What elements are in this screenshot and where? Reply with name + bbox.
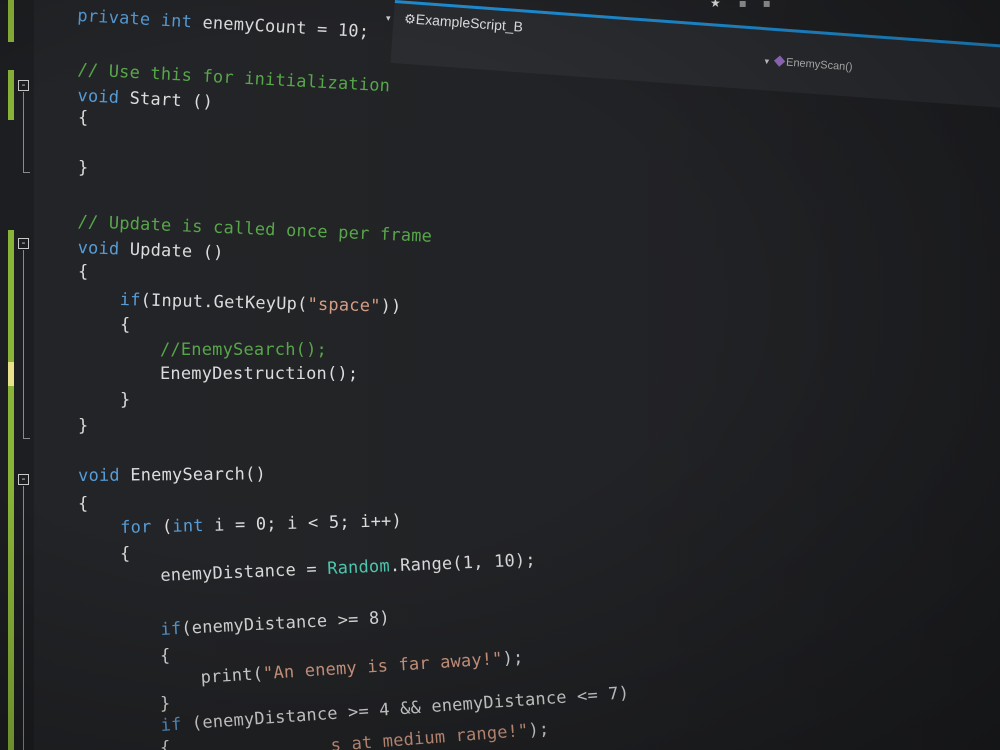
code-line[interactable]: { [120,544,130,564]
code-token: enemyDistance = [160,559,328,586]
file-combo-dropdown-icon[interactable]: ▾ [386,14,391,24]
brace-token: } [78,158,89,178]
brace-token: { [78,494,89,514]
brace-token: } [120,390,131,410]
string-token: s at medium range!" [330,720,530,750]
keyword-token: if [160,618,182,640]
code-line[interactable]: } [120,390,130,410]
change-indicator [8,0,14,42]
code-token: EnemySearch() [119,464,267,486]
screen-vignette [0,0,1000,750]
code-line[interactable]: if (enemyDistance >= 4 && enemyDistance … [160,683,630,736]
editor-gutter [0,0,34,750]
code-line[interactable]: } [78,416,88,436]
close-icon[interactable]: ▪ [763,0,771,10]
code-token: enemyCount = 10; [191,12,370,43]
collapse-icon[interactable]: - [18,473,29,485]
code-line[interactable]: void Update () [77,238,224,263]
fold-guide-end [23,438,30,439]
code-token: i = 0; i < 5; i++) [203,511,403,536]
code-token: )) [380,296,402,317]
change-indicator [8,70,14,120]
brace-token: { [120,544,131,564]
code-line[interactable]: } [160,694,170,714]
code-line[interactable]: void EnemySearch() [78,464,266,486]
code-line[interactable]: for (int i = 0; i < 5; i++) [120,511,402,538]
brace-token: { [120,315,131,335]
keyword-token: void [77,86,120,109]
member-combo-dropdown-icon[interactable]: ▾ [764,57,769,67]
fold-guide [23,250,24,438]
keyword-token: if [119,290,141,311]
code-token: EnemyDestruction(); [160,364,359,384]
code-token: Update () [119,239,225,264]
code-line[interactable]: private int enemyCount = 10; [77,6,370,42]
code-line[interactable]: { [160,646,170,666]
code-token: ( [151,516,173,538]
string-token: "space" [307,294,381,317]
code-line[interactable]: } [78,158,88,178]
code-token: Start () [118,88,214,113]
change-indicator [8,230,14,370]
brace-token: } [78,416,89,436]
code-token: (enemyDistance >= 4 && enemyDistance <= … [180,683,630,735]
brace-token: { [160,646,171,666]
keyword-token: if [160,714,183,736]
code-line[interactable]: { [78,494,88,514]
method-icon [773,55,785,67]
code-line[interactable]: if(enemyDistance >= 8) [160,608,390,640]
string-token: "An enemy is far away!" [262,648,504,685]
keyword-token: int [172,515,204,537]
fold-guide [23,92,24,172]
brace-token: { [78,108,89,128]
code-line[interactable]: { [120,315,130,335]
code-line[interactable]: void Start () [77,86,213,113]
type-token: Random [326,556,391,579]
code-editor-window: ▾ ⚙ExampleScript_B ▾ EnemyScan() ★ ▪ ▪ -… [0,0,1000,750]
code-line[interactable]: if(Input.GetKeyUp("space")) [120,290,402,317]
code-line[interactable]: { [78,108,88,128]
code-token: ); [502,647,525,669]
code-token: ); [527,719,551,741]
brace-token: { [78,262,89,282]
code-line[interactable]: print("An enemy is far away!"); [200,648,524,688]
unsaved-change-indicator [8,362,14,386]
keyword-token: int [160,10,193,33]
fold-guide [23,486,24,750]
code-line[interactable]: enemyDistance = Random.Range(1, 10); [160,550,536,586]
code-token: (enemyDistance >= 8) [180,607,391,639]
collapse-icon[interactable]: - [18,79,29,91]
code-line-current[interactable]: EnemyDestruction(); [160,364,358,384]
keyword-token: void [77,238,120,260]
collapse-icon[interactable]: - [18,237,29,249]
code-line[interactable]: s at medium range!"); [330,719,550,750]
code-token: .Range(1, 10); [389,550,537,577]
code-token: print( [200,664,264,688]
code-line[interactable]: { [78,262,88,282]
code-token: (Input.GetKeyUp( [140,290,308,315]
brace-token: { [160,738,171,750]
pin-icon[interactable]: ★ [710,0,721,10]
keyword-token: void [78,465,120,486]
window-menu-icon[interactable]: ▪ [739,0,747,10]
change-indicator [8,386,14,750]
keyword-token: for [120,517,152,538]
brace-token: } [160,694,171,714]
code-line[interactable]: //EnemySearch(); [160,340,327,360]
code-line[interactable]: { [160,738,170,750]
fold-guide-end [23,172,30,173]
keyword-token: private [76,6,151,31]
comment-token: //EnemySearch(); [160,340,327,360]
toolbar-icons: ★ ▪ ▪ [710,0,771,10]
